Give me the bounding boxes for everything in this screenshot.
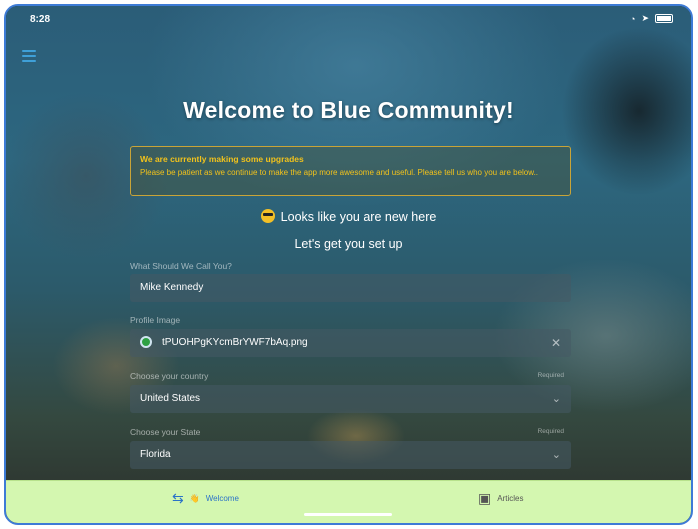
battery-icon <box>655 14 673 23</box>
tab-welcome[interactable]: ⇆ 👋 Welcome <box>172 490 239 507</box>
wifi-icon: ◔ <box>630 13 636 24</box>
refresh-icon: ⇆ <box>172 490 184 506</box>
home-indicator <box>304 513 392 516</box>
chevron-down-icon: ⌄ <box>551 449 561 461</box>
device-frame: 8:28 ◔ ➤ Welcome to Blue Community! We a… <box>4 4 693 525</box>
country-label: Choose your country <box>130 371 209 381</box>
tab-articles[interactable]: ▣ Articles <box>478 490 523 507</box>
new-here-text: Looks like you are new here <box>6 209 691 224</box>
tab-welcome-label: Welcome <box>205 494 239 503</box>
profile-image-field[interactable]: tPUOHPgKYcmBrYWF7bAq.png ✕ <box>130 329 571 357</box>
notice-title: We are currently making some upgrades <box>140 154 304 164</box>
new-here-label: Looks like you are new here <box>280 210 437 224</box>
state-select[interactable]: Florida ⌄ <box>130 441 571 469</box>
notice-body: Please be patient as we continue to make… <box>140 168 539 177</box>
state-label: Choose your State <box>130 427 201 437</box>
setup-text: Let's get you set up <box>294 237 403 251</box>
country-select[interactable]: United States ⌄ <box>130 385 571 413</box>
image-file-icon <box>140 336 152 348</box>
upgrade-notice: We are currently making some upgrades Pl… <box>130 146 571 196</box>
country-required: Required <box>537 372 564 379</box>
status-icons: ◔ ➤ <box>630 13 673 24</box>
page-title: Welcome to Blue Community! <box>183 97 514 123</box>
tab-articles-label: Articles <box>497 494 524 503</box>
clear-icon[interactable]: ✕ <box>551 329 561 357</box>
name-field[interactable]: Mike Kennedy <box>130 274 571 302</box>
state-value: Florida <box>140 449 171 460</box>
status-time: 8:28 <box>30 14 51 25</box>
tab-bar: ⇆ 👋 Welcome ▣ Articles <box>6 480 691 523</box>
wave-emoji-icon: 👋 <box>189 494 200 503</box>
profile-image-filename: tPUOHPgKYcmBrYWF7bAq.png <box>162 337 308 348</box>
state-required: Required <box>537 428 564 435</box>
profile-image-label: Profile Image <box>130 315 181 325</box>
sunglasses-emoji-icon <box>260 209 275 223</box>
status-bar: 8:28 ◔ ➤ <box>6 6 691 30</box>
book-icon: ▣ <box>478 490 492 506</box>
country-value: United States <box>140 393 201 404</box>
name-label: What Should We Call You? <box>130 261 232 271</box>
location-icon: ➤ <box>641 13 649 23</box>
hamburger-menu-icon[interactable] <box>22 50 36 65</box>
chevron-down-icon: ⌄ <box>551 393 561 405</box>
